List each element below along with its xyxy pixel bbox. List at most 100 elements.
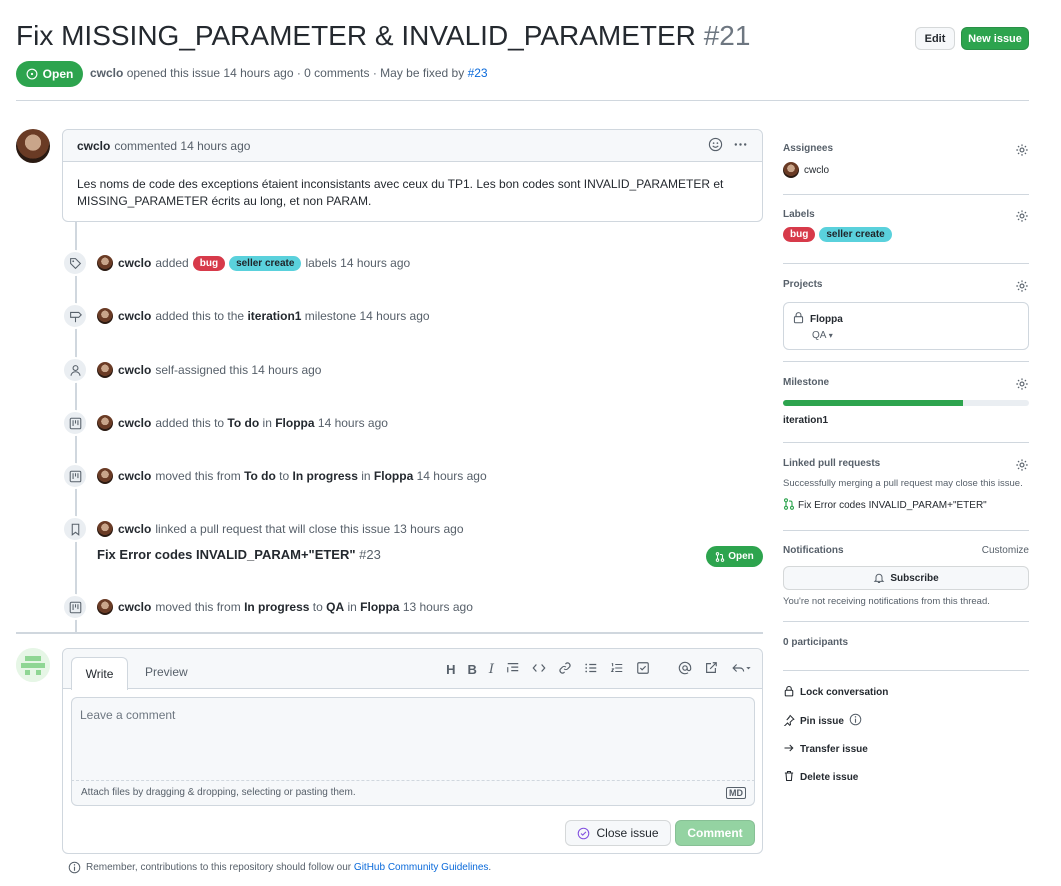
info-icon[interactable] [849, 713, 862, 729]
label-bug[interactable]: bug [192, 255, 226, 271]
delete-issue-action[interactable]: Delete issue [783, 770, 1029, 785]
label-bug[interactable]: bug [783, 227, 816, 242]
cross-reference-icon[interactable] [704, 661, 718, 678]
project-icon [62, 594, 88, 620]
project-status-dropdown[interactable]: QA ▾ [812, 330, 1020, 341]
milestone-progress-bar [783, 400, 1029, 406]
ordered-list-icon[interactable] [610, 661, 624, 678]
event-actor[interactable]: cwclo [118, 256, 151, 270]
event-actor[interactable]: cwclo [118, 309, 151, 323]
gear-icon[interactable] [1015, 209, 1029, 226]
community-guidelines-link[interactable]: GitHub Community Guidelines [354, 862, 489, 873]
pull-request-icon [783, 498, 795, 513]
milestone-name[interactable]: iteration1 [783, 415, 1029, 426]
avatar[interactable] [97, 362, 113, 378]
lock-conversation-action[interactable]: Lock conversation [783, 685, 1029, 700]
tab-write[interactable]: Write [71, 657, 128, 690]
label-seller-create[interactable]: seller create [819, 227, 892, 242]
italic-icon[interactable]: I [489, 662, 494, 677]
avatar[interactable] [16, 648, 50, 682]
event-text: in [262, 416, 272, 430]
participants-count: 0 participants [783, 637, 849, 648]
event-actor[interactable]: cwclo [118, 416, 151, 430]
event-column: QA [326, 600, 345, 614]
linked-pr-title[interactable]: Fix Error codes INVALID_PARAM+"ETER" #23 [97, 547, 381, 562]
attach-files-text: Attach files by dragging & dropping, sel… [81, 787, 356, 798]
fixed-by-link[interactable]: #23 [468, 66, 488, 80]
avatar[interactable] [97, 468, 113, 484]
label-seller-create[interactable]: seller create [229, 255, 302, 271]
tab-preview[interactable]: Preview [145, 665, 188, 679]
avatar[interactable] [97, 415, 113, 431]
pr-state-label: Open [728, 551, 754, 562]
gear-icon[interactable] [1015, 377, 1029, 394]
comment-author[interactable]: cwclo [77, 139, 110, 153]
event-text: in [361, 469, 371, 483]
quote-icon[interactable] [506, 661, 520, 678]
mention-icon[interactable] [678, 661, 692, 678]
comment-button[interactable]: Comment [675, 820, 755, 846]
event-actor[interactable]: cwclo [118, 469, 151, 483]
gear-icon[interactable] [1015, 458, 1029, 475]
linked-pr-title[interactable]: Fix Error codes INVALID_PARAM+"ETER" [798, 500, 987, 511]
event-actor[interactable]: cwclo [118, 522, 151, 536]
gear-icon[interactable] [1015, 143, 1029, 160]
timeline-divider [16, 632, 763, 634]
link-icon[interactable] [558, 661, 572, 678]
issue-number: #21 [703, 20, 751, 51]
event-actor[interactable]: cwclo [118, 600, 151, 614]
event-text: added [155, 256, 189, 270]
comment-time[interactable]: commented 14 hours ago [114, 139, 250, 153]
event-project[interactable]: Floppa [360, 600, 399, 614]
issue-state-badge: Open [16, 61, 83, 87]
event-milestone[interactable]: iteration1 [247, 309, 301, 323]
new-issue-button[interactable]: New issue [961, 27, 1029, 50]
event-text: moved this from [155, 469, 241, 483]
linked-pr-name[interactable]: Fix Error codes INVALID_PARAM+"ETER" [97, 547, 356, 562]
avatar[interactable] [97, 599, 113, 615]
event-actor[interactable]: cwclo [118, 363, 151, 377]
customize-link[interactable]: Customize [982, 545, 1029, 556]
reply-icon[interactable] [730, 661, 752, 678]
avatar[interactable] [97, 521, 113, 537]
bold-icon[interactable]: B [467, 662, 476, 677]
event-project[interactable]: Floppa [374, 469, 413, 483]
transfer-issue-action[interactable]: Transfer issue [783, 742, 1029, 757]
issue-title-text: Fix MISSING_PARAMETER & INVALID_PARAMETE… [16, 20, 696, 51]
task-list-icon[interactable] [636, 661, 650, 678]
project-name[interactable]: Floppa [810, 314, 843, 325]
kebab-menu-icon[interactable] [733, 137, 748, 155]
sidebar-linked-prs: Linked pull requests Successfully mergin… [783, 458, 1029, 518]
event-column: To do [244, 469, 276, 483]
avatar[interactable] [97, 255, 113, 271]
pin-issue-action[interactable]: Pin issue [783, 713, 1029, 729]
event-project[interactable]: Floppa [275, 416, 314, 430]
unordered-list-icon[interactable] [584, 661, 598, 678]
code-icon[interactable] [532, 661, 546, 678]
event-column: To do [227, 416, 260, 430]
edit-button[interactable]: Edit [915, 27, 955, 50]
attach-files-bar[interactable]: Attach files by dragging & dropping, sel… [71, 781, 755, 806]
bookmark-icon [62, 516, 88, 542]
linked-pr-item[interactable]: Fix Error codes INVALID_PARAM+"ETER" [783, 498, 1029, 513]
avatar[interactable] [16, 129, 50, 163]
milestone-title: Milestone [783, 377, 830, 388]
arrow-right-icon [783, 742, 795, 757]
project-card[interactable]: Floppa QA ▾ [783, 302, 1029, 350]
close-issue-button[interactable]: Close issue [565, 820, 671, 846]
issue-author[interactable]: cwclo [90, 66, 123, 80]
subscribe-button[interactable]: Subscribe [783, 566, 1029, 590]
timeline-event-project-move: cwclo moved this from To do to In progre… [62, 462, 487, 490]
linked-pr-number[interactable]: #23 [359, 547, 381, 562]
sidebar-projects: Projects Floppa QA ▾ [783, 279, 1029, 351]
event-text: linked a pull request that will close th… [155, 522, 464, 536]
markdown-icon: MD [726, 787, 746, 799]
smiley-icon[interactable] [708, 137, 723, 155]
assignee-item[interactable]: cwclo [783, 162, 1029, 178]
heading-icon[interactable]: H [446, 662, 455, 677]
delete-issue-label: Delete issue [800, 772, 859, 783]
gear-icon[interactable] [1015, 279, 1029, 296]
comment-textarea[interactable]: Leave a comment [71, 697, 755, 781]
sidebar-divider [783, 194, 1029, 195]
avatar[interactable] [97, 308, 113, 324]
